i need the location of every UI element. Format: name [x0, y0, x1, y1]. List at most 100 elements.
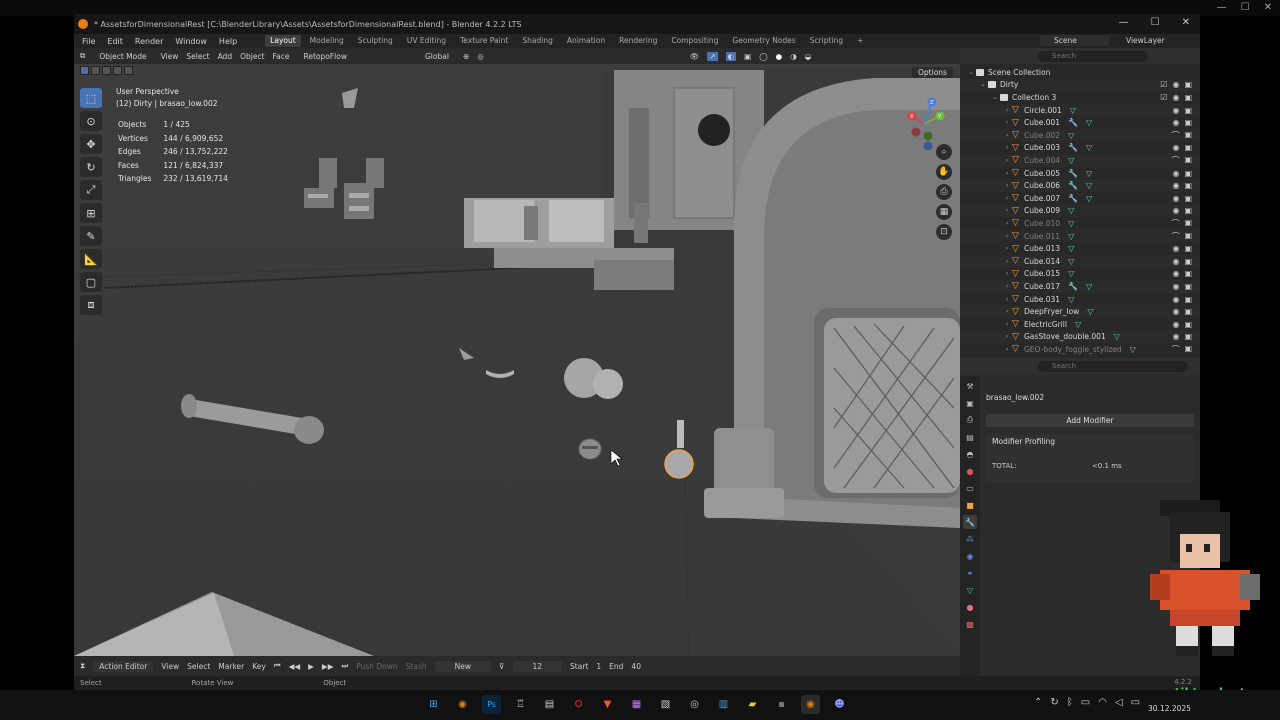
eye-icon[interactable]: ◉ [1172, 206, 1179, 215]
tab-sculpting[interactable]: Sculpting [353, 35, 398, 47]
inkscape-app-icon[interactable]: ♖ [511, 695, 530, 714]
select-mode-extend-icon[interactable] [91, 66, 100, 75]
expand-chevron-icon[interactable]: › [1002, 144, 1012, 151]
stash-button[interactable]: Stash [406, 662, 427, 671]
render-camera-icon[interactable]: ▣ [1184, 169, 1192, 178]
shading-material-icon[interactable]: ◑ [790, 52, 797, 61]
eye-icon[interactable]: ◉ [1172, 295, 1179, 304]
outliner-row[interactable]: › ▽ Cube.013 ▽ ◉ ▣ [960, 242, 1200, 255]
camera-view-icon[interactable]: ⎙ [936, 184, 952, 200]
render-camera-icon[interactable]: ▣ [1184, 244, 1192, 253]
timeline-menu-view[interactable]: View [161, 662, 179, 671]
render-camera-icon[interactable]: ▣ [1184, 181, 1192, 190]
tab-animation[interactable]: Animation [562, 35, 610, 47]
modifier-profiling-title[interactable]: Modifier Profiling [992, 437, 1055, 446]
modifier-icon[interactable]: 🔧 [1068, 181, 1078, 190]
shading-rendered-icon[interactable]: ◒ [805, 52, 812, 61]
modifier-icon[interactable]: 🔧 [1068, 282, 1078, 291]
particles-tab-icon[interactable]: ⁂ [963, 532, 977, 546]
transform-orientation-selector[interactable]: Global [419, 50, 455, 62]
expand-chevron-icon[interactable]: › [1002, 333, 1012, 340]
eye-icon[interactable]: ◉ [1172, 106, 1179, 115]
local-view-icon[interactable]: ⊡ [936, 224, 952, 240]
start-frame-field[interactable]: 1 [596, 662, 601, 671]
view-layer-tab-icon[interactable]: ▤ [963, 430, 977, 444]
expand-chevron-icon[interactable]: › [1002, 132, 1012, 139]
shading-solid-icon[interactable]: ● [776, 52, 783, 61]
menu-window[interactable]: Window [171, 37, 211, 46]
mesh-data-icon[interactable]: ▽ [1086, 181, 1092, 190]
render-tab-icon[interactable]: ▣ [963, 396, 977, 410]
expand-chevron-icon[interactable]: › [1002, 296, 1012, 303]
timeline-editor-type-icon[interactable]: ⧗ [80, 661, 85, 671]
viewport-options-button[interactable]: Options [912, 67, 953, 78]
scene-selector[interactable]: Scene [1040, 35, 1110, 46]
eye-icon[interactable]: ◉ [1172, 143, 1179, 152]
obs-app-icon[interactable]: ◎ [685, 695, 704, 714]
mesh-data-icon[interactable]: ▽ [1068, 206, 1074, 215]
add-workspace-button[interactable]: + [852, 35, 868, 47]
gizmo-icon[interactable]: ↗ [707, 51, 718, 61]
eye-icon[interactable]: ◉ [1172, 269, 1179, 278]
render-camera-icon[interactable]: ▣ [1184, 194, 1192, 203]
mesh-data-icon[interactable]: ▽ [1068, 269, 1074, 278]
scene-tab-icon[interactable]: ◓ [963, 447, 977, 461]
expand-chevron-icon[interactable]: › [1002, 107, 1012, 114]
tray-app-icon[interactable]: ▭ [1081, 697, 1090, 708]
expand-chevron-icon[interactable]: ⌄ [966, 69, 976, 76]
outliner-row[interactable]: ⌄ Scene Collection [960, 66, 1200, 79]
menu-help[interactable]: Help [215, 37, 241, 46]
expand-chevron-icon[interactable]: › [1002, 170, 1012, 177]
outliner-row[interactable]: › ▽ Cube.017 🔧 ▽ ◉ ▣ [960, 280, 1200, 293]
expand-chevron-icon[interactable]: › [1002, 283, 1012, 290]
render-camera-icon[interactable]: ▣ [1184, 231, 1192, 242]
tab-shading[interactable]: Shading [517, 35, 557, 47]
outliner-row[interactable]: › ▽ ElectricGrill ▽ ◉ ▣ [960, 318, 1200, 331]
menu-render[interactable]: Render [131, 37, 167, 46]
next-keyframe-icon[interactable]: ▶▶ [322, 662, 334, 671]
new-action-button[interactable]: New [434, 660, 491, 672]
tab-rendering[interactable]: Rendering [614, 35, 662, 47]
eye-icon[interactable]: ⌒ [1171, 231, 1179, 242]
os-minimize-button[interactable]: — [1217, 2, 1227, 13]
battery-icon[interactable]: ▭ [1131, 697, 1140, 708]
transform-tool-icon[interactable]: ⊞ [80, 203, 102, 223]
measure-tool-icon[interactable]: 📐 [80, 249, 102, 269]
tab-scripting[interactable]: Scripting [805, 35, 848, 47]
outliner-row[interactable]: › ▽ DeepFryer_low ▽ ◉ ▣ [960, 305, 1200, 318]
eye-icon[interactable]: ◉ [1172, 194, 1179, 203]
eye-icon[interactable]: ⌒ [1171, 155, 1179, 166]
mesh-data-icon[interactable]: ▽ [1086, 282, 1092, 291]
expand-chevron-icon[interactable]: › [1002, 321, 1012, 328]
outliner-row[interactable]: › ▽ Cube.015 ▽ ◉ ▣ [960, 268, 1200, 281]
tray-bluetooth-icon[interactable]: ᛒ [1067, 697, 1073, 708]
viewport-menu-retopoflow[interactable]: RetopoFlow [297, 50, 353, 62]
opera-app-icon[interactable]: O [569, 695, 588, 714]
annotate-tool-icon[interactable]: ✎ [80, 226, 102, 246]
rotate-tool-icon[interactable]: ↻ [80, 157, 102, 177]
render-camera-icon[interactable]: ▣ [1184, 93, 1192, 102]
modifier-icon[interactable]: 🔧 [1068, 118, 1078, 127]
app-icon[interactable]: ▪ [772, 695, 791, 714]
modifier-icon[interactable]: 🔧 [1068, 143, 1078, 152]
outliner-row[interactable]: ⌄ Dirty ☑ ◉ ▣ [960, 78, 1200, 92]
eye-icon[interactable]: ◉ [1172, 257, 1179, 266]
render-camera-icon[interactable]: ▣ [1184, 269, 1192, 278]
mesh-data-icon[interactable]: ▽ [1068, 156, 1074, 165]
eye-icon[interactable]: ◉ [1172, 244, 1179, 253]
mesh-data-icon[interactable]: ▽ [1086, 194, 1092, 203]
render-camera-icon[interactable]: ▣ [1184, 106, 1192, 115]
output-tab-icon[interactable]: ⎙ [963, 413, 977, 427]
expand-chevron-icon[interactable]: › [1002, 182, 1012, 189]
visibility-icon[interactable]: 👁 [690, 52, 700, 61]
mesh-data-icon[interactable]: ▽ [1130, 345, 1136, 354]
outliner-row[interactable]: › ▽ Cube.003 🔧 ▽ ◉ ▣ [960, 142, 1200, 155]
modifier-icon[interactable]: 🔧 [1068, 194, 1078, 203]
blender-active-icon[interactable]: ◉ [801, 695, 820, 714]
outliner-row[interactable]: › ▽ Cube.011 ▽ ⌒ ▣ [960, 229, 1200, 243]
outliner-row[interactable]: › ▽ Cube.031 ▽ ◉ ▣ [960, 293, 1200, 306]
render-camera-icon[interactable]: ▣ [1184, 80, 1192, 89]
tool-tab-icon[interactable]: ⚒ [963, 379, 977, 393]
outliner-row[interactable]: › ▽ Cube.010 ▽ ⌒ ▣ [960, 217, 1200, 230]
brave-app-icon[interactable]: ▼ [598, 695, 617, 714]
